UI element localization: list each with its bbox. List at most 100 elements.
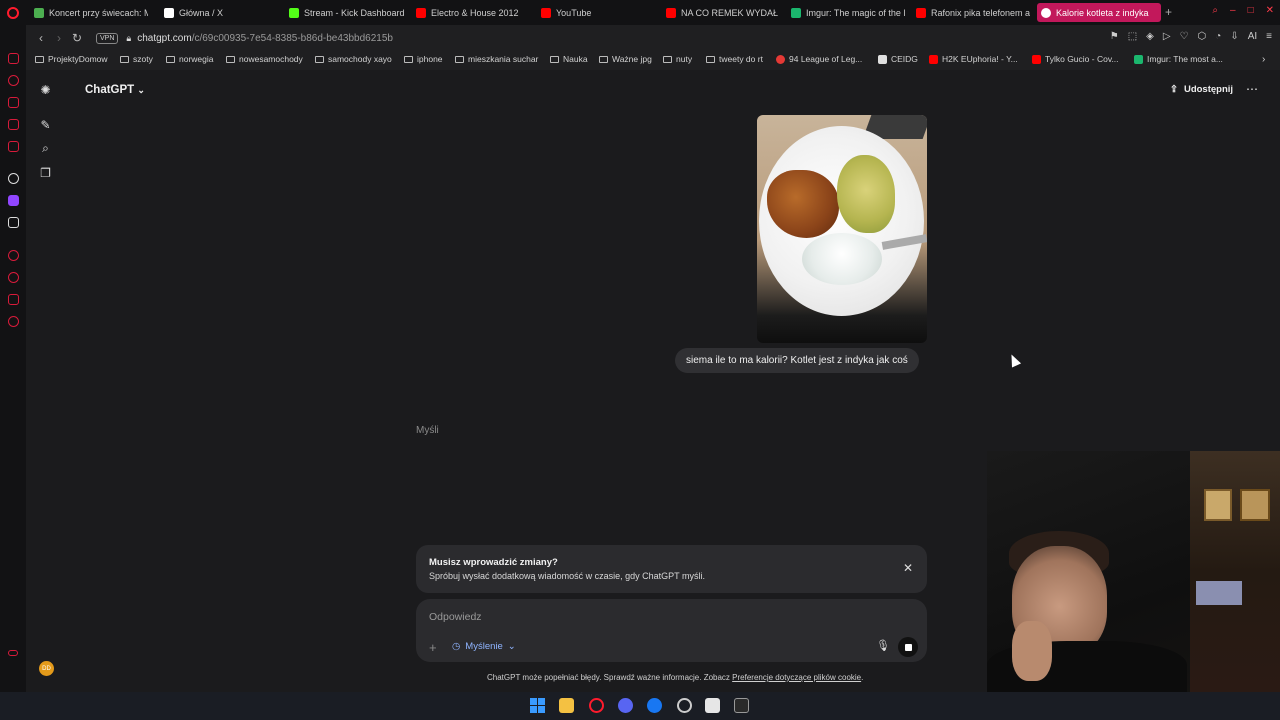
x-sidebar-icon[interactable] — [8, 217, 19, 228]
imgur-favicon-icon — [1134, 54, 1143, 64]
bookmark-folder[interactable]: tweety do rt — [706, 54, 763, 64]
clock-icon: ◷ — [452, 641, 461, 652]
opera-sidebar — [0, 25, 26, 692]
bookmark-link[interactable]: Tylko Gucio - Cov... — [1032, 54, 1119, 64]
x-favicon-icon — [164, 7, 174, 18]
opera-logo-icon[interactable] — [0, 0, 26, 25]
minimize-icon[interactable]: – — [1230, 5, 1236, 16]
imgur-favicon-icon — [791, 7, 801, 18]
settings-app-icon[interactable] — [677, 698, 692, 713]
window-controls: ⌕ – □ ✕ — [1212, 5, 1274, 16]
avatar[interactable]: DD — [39, 661, 54, 676]
file-explorer-icon[interactable] — [559, 698, 574, 713]
browser-tab[interactable]: Electro & House 2012 — [412, 3, 530, 22]
browser-tab[interactable]: Imgur: The magic of the I — [787, 3, 905, 22]
bookmark-folder[interactable]: szoty — [120, 54, 153, 64]
bookmark-folder[interactable]: ProjektyDomow — [35, 54, 108, 64]
screenshot-icon[interactable]: ⬚ — [1128, 31, 1137, 42]
back-icon[interactable]: ‹ — [32, 31, 50, 45]
extensions-sidebar-icon[interactable] — [8, 294, 19, 305]
gx-icon[interactable] — [8, 650, 18, 656]
more-options-icon[interactable]: ⋯ — [1246, 82, 1258, 96]
reload-icon[interactable]: ↻ — [68, 31, 86, 45]
search-icon[interactable]: ⌕ — [39, 141, 52, 155]
microphone-icon[interactable]: 🎙︎ — [876, 639, 890, 652]
message-composer[interactable]: Odpowiedz + ◷ Myślenie ⌄ 🎙︎ — [416, 599, 927, 662]
browser-tab[interactable]: NA CO REMEK WYDAŁ O — [662, 3, 780, 22]
url-field[interactable]: 🔒︎ chatgpt.com/c/69c00935-7e54-8385-b86d… — [126, 33, 393, 44]
app-icon[interactable] — [705, 698, 720, 713]
webcam-overlay — [987, 451, 1280, 692]
search-tabs-icon[interactable]: ⌕ — [1212, 5, 1218, 16]
twitch-icon[interactable] — [8, 195, 19, 206]
bookmark-folder[interactable]: nowesamochody — [226, 54, 303, 64]
bookmark-folder[interactable]: norwegia — [166, 54, 214, 64]
browser-tab[interactable]: Główna / X — [160, 3, 270, 22]
bookmarks-bar: ProjektyDomow szoty norwegia nowesamocho… — [26, 51, 1280, 70]
cookie-preferences-link[interactable]: Preferencje dotyczące plików cookie — [732, 673, 861, 682]
browser-tab[interactable]: Stream - Kick Dashboard — [285, 3, 405, 22]
browser-tab[interactable]: YouTube — [537, 3, 647, 22]
bookmarks-overflow-icon[interactable]: › — [1262, 54, 1265, 65]
bookmark-folder[interactable]: Ważne jpg — [599, 54, 652, 64]
close-icon[interactable]: ✕ — [903, 561, 913, 575]
close-window-icon[interactable]: ✕ — [1266, 5, 1274, 16]
download-icon[interactable]: ⇩ — [1230, 31, 1238, 42]
facebook-icon[interactable] — [647, 698, 662, 713]
vpn-badge[interactable]: VPN — [96, 32, 119, 44]
ai-sidebar-icon[interactable] — [8, 53, 19, 64]
new-tab-button[interactable]: + — [1165, 5, 1172, 19]
new-chat-icon[interactable]: ✎ — [39, 118, 52, 132]
terminal-icon[interactable] — [734, 698, 749, 713]
chatgpt-sidebar-icon[interactable] — [8, 173, 19, 184]
stop-icon — [904, 643, 912, 651]
chatgpt-logo-icon[interactable]: ✺ — [39, 83, 52, 97]
windows-start-icon[interactable] — [530, 698, 545, 713]
folder-icon — [315, 55, 324, 63]
browser-tab-strip: Koncert przy świecach: M Główna / X Stre… — [0, 0, 1280, 25]
folder-icon — [599, 55, 608, 63]
bookmark-link[interactable]: Imgur: The most a... — [1134, 54, 1223, 64]
wallet-icon[interactable]: ◔ — [1215, 31, 1221, 42]
library-icon[interactable]: ❐ — [39, 166, 52, 180]
bookmark-link[interactable]: 94 League of Leg... — [776, 54, 862, 64]
menu-icon[interactable]: ≡ — [1266, 31, 1272, 42]
bookmark-folder[interactable]: mieszkania suchar — [455, 54, 538, 64]
gmail-icon[interactable] — [8, 141, 19, 152]
thinking-mode-button[interactable]: ◷ Myślenie ⌄ — [452, 641, 516, 652]
browser-tab[interactable]: Rafonix pika telefonem a — [912, 3, 1030, 22]
discord-icon[interactable] — [618, 698, 633, 713]
heart-icon[interactable]: ♡ — [1180, 31, 1189, 42]
bookmark-link[interactable]: CEIDG — [878, 54, 918, 64]
history-icon[interactable] — [8, 272, 19, 283]
model-selector[interactable]: ChatGPT ⌄ — [85, 84, 145, 96]
composer-input[interactable]: Odpowiedz — [429, 611, 482, 623]
player-icon[interactable] — [8, 250, 19, 261]
wallet-sidebar-icon[interactable] — [8, 119, 19, 130]
browser-tab[interactable]: Koncert przy świecach: M — [30, 3, 148, 22]
forward-icon[interactable]: › — [50, 31, 68, 45]
bookmark-folder[interactable]: samochody xayo — [315, 54, 392, 64]
share-button[interactable]: ⇪ Udostępnij — [1170, 84, 1233, 95]
ai-button[interactable]: AI — [1248, 31, 1257, 42]
browser-tab-active[interactable]: Kalorie kotleta z indyka — [1037, 3, 1161, 22]
chevron-down-icon: ⌄ — [137, 85, 145, 95]
bookmark-link[interactable]: H2K EUphoria! - Y... — [929, 54, 1018, 64]
shield-icon[interactable]: ◈ — [1146, 31, 1154, 42]
opera-gx-icon[interactable] — [589, 698, 604, 713]
shopping-icon[interactable] — [8, 97, 19, 108]
messenger-icon[interactable] — [8, 75, 19, 86]
maximize-icon[interactable]: □ — [1248, 5, 1254, 16]
bookmark-icon[interactable]: ⚑ — [1110, 31, 1119, 42]
bookmark-folder[interactable]: Nauka — [550, 54, 588, 64]
address-tools: ⚑ ⬚ ◈ ▷ ♡ ⬡ ◔ ⇩ AI ≡ — [1110, 31, 1272, 42]
play-icon[interactable]: ▷ — [1163, 31, 1171, 42]
settings-icon[interactable] — [8, 316, 19, 327]
extensions-icon[interactable]: ⬡ — [1198, 31, 1207, 42]
stop-button[interactable] — [898, 637, 918, 657]
add-attachment-icon[interactable]: + — [429, 640, 437, 655]
folder-icon — [120, 55, 129, 63]
bookmark-folder[interactable]: iphone — [404, 54, 443, 64]
uploaded-food-photo[interactable] — [757, 115, 927, 343]
bookmark-folder[interactable]: nuty — [663, 54, 692, 64]
